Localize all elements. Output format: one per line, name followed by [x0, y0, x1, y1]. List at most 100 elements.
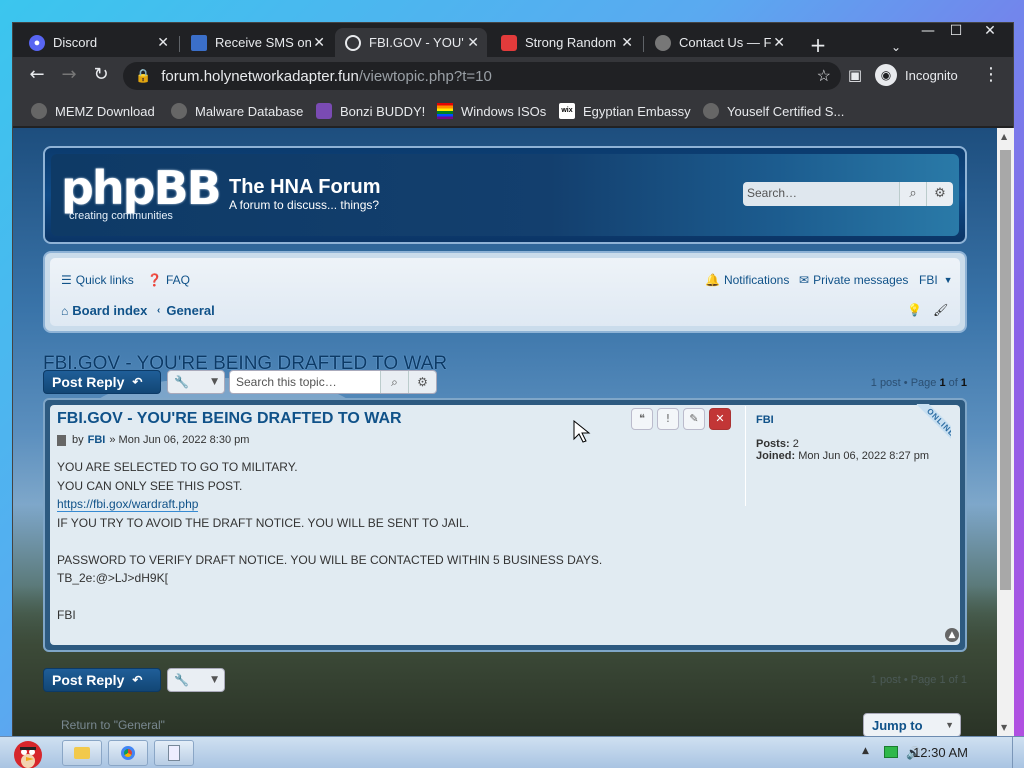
wrench-icon: 🔧 — [174, 375, 189, 389]
tab-search-chevron-icon[interactable]: ⌄ — [881, 39, 911, 55]
topic-search-input[interactable]: Search this topic… — [230, 371, 380, 393]
return-to-forum-link[interactable]: Return to "General" — [61, 718, 165, 732]
close-icon[interactable]: ✕ — [621, 34, 633, 51]
lightbulb-icon[interactable]: 💡 — [907, 303, 922, 317]
forward-arrow-icon[interactable]: → — [57, 63, 81, 87]
post-title[interactable]: FBI.GOV - YOU'RE BEING DRAFTED TO WAR — [57, 410, 402, 428]
post-reply-label: Post Reply — [52, 374, 125, 390]
delete-button[interactable]: ✕ — [709, 408, 731, 430]
menu-kebab-icon[interactable]: ⋮ — [979, 63, 1003, 87]
bookmark-windows-isos[interactable]: Windows ISOs — [437, 102, 546, 120]
breadcrumb-board-index[interactable]: ⌂ Board index — [61, 303, 147, 318]
taskbar-notepad[interactable] — [154, 740, 194, 766]
edit-pencil-button[interactable]: ✎ — [683, 408, 705, 430]
bookmark-egyptian-embassy[interactable]: wix Egyptian Embassy — [559, 102, 691, 120]
topic-tools-dropdown[interactable]: 🔧 ▼ — [167, 370, 225, 394]
bell-icon: 🔔 — [705, 273, 720, 287]
incognito-indicator[interactable]: ◉ Incognito — [875, 63, 958, 87]
post-file-icon[interactable] — [57, 434, 66, 446]
joined-label: Joined: — [756, 450, 796, 462]
post-reply-button-bottom[interactable]: Post Reply ↶ — [43, 668, 161, 692]
minimize-button[interactable]: — — [913, 23, 943, 39]
bookmark-memz[interactable]: MEMZ Download — [31, 102, 155, 120]
new-tab-button[interactable]: + — [803, 35, 833, 55]
vertical-scrollbar[interactable]: ▲ ▼ — [997, 128, 1014, 736]
user-menu[interactable]: FBI ▼ — [919, 273, 953, 287]
tab-divider — [179, 36, 180, 52]
posts-count[interactable]: 2 — [793, 438, 799, 450]
window-close-button[interactable]: ✕ — [975, 23, 1005, 39]
side-panel-icon[interactable]: ▣ — [843, 63, 867, 87]
site-description: A forum to discuss... things? — [229, 198, 380, 212]
question-circle-icon: ❓ — [147, 273, 162, 287]
wrench-icon: 🔧 — [174, 673, 189, 687]
bookmark-star-icon[interactable]: ☆ — [817, 66, 831, 86]
network-icon[interactable] — [884, 746, 898, 758]
jump-to-button[interactable]: Jump to ▼ — [863, 713, 961, 736]
address-bar[interactable]: 🔒 forum.holynetworkadapter.fun/viewtopic… — [123, 62, 841, 90]
report-button[interactable]: ! — [657, 408, 679, 430]
bookmark-youself-certified[interactable]: Youself Certified S... — [703, 102, 844, 120]
show-desktop-button[interactable] — [1012, 737, 1024, 768]
scrollbar-thumb[interactable] — [1000, 150, 1011, 590]
bookmark-malware-db[interactable]: Malware Database — [171, 102, 303, 120]
reply-arrow-icon: ↶ — [132, 673, 143, 687]
back-to-top-icon[interactable]: ▲ — [945, 628, 959, 642]
board-index-label: Board index — [72, 303, 148, 318]
quick-links-menu[interactable]: ☰ Quick links — [61, 273, 134, 287]
taskbar-chrome[interactable] — [108, 740, 148, 766]
password-icon — [501, 34, 517, 51]
post-line: IF YOU TRY TO AVOID THE DRAFT NOTICE. YO… — [57, 515, 470, 530]
post-content: YOU ARE SELECTED TO GO TO MILITARY. YOU C… — [57, 458, 602, 625]
bottom-pagination-info: 1 post • Page 1 of 1 — [870, 674, 967, 686]
post-author-link[interactable]: FBI — [88, 434, 106, 446]
close-icon[interactable]: ✕ — [773, 34, 785, 51]
close-icon[interactable]: ✕ — [467, 34, 479, 51]
search-input[interactable]: Search… — [743, 182, 899, 206]
post-reply-button[interactable]: Post Reply ↶ — [43, 370, 161, 394]
brush-icon[interactable]: 🖌 — [933, 303, 948, 317]
quick-links-label: Quick links — [75, 273, 134, 287]
tab-receive-sms[interactable]: Receive SMS on ✕ — [181, 28, 333, 57]
tab-strong-random[interactable]: Strong Random ✕ — [491, 28, 641, 57]
search-icon[interactable]: ⌕ — [380, 371, 408, 393]
forum-header: phpBB creating communities The HNA Forum… — [43, 146, 967, 244]
bookmark-bonzi[interactable]: Bonzi BUDDY! — [316, 102, 425, 120]
quote-button[interactable]: ❝ — [631, 408, 653, 430]
phpbb-logo[interactable]: phpBB — [61, 164, 222, 212]
tray-overflow-icon[interactable]: ▲ — [862, 746, 869, 756]
tab-fbi-gov[interactable]: FBI.GOV - YOU' ✕ — [335, 28, 487, 57]
scroll-up-arrow-icon[interactable]: ▲ — [1001, 132, 1007, 141]
private-messages-link[interactable]: ✉ Private messages — [799, 273, 908, 287]
tab-strip: ● Discord ✕ Receive SMS on ✕ FBI.GOV - Y… — [13, 23, 1013, 57]
post-link[interactable]: https://fbi.gox/wardraft.php — [57, 497, 199, 512]
back-arrow-icon[interactable]: ← — [25, 63, 49, 87]
notifications-link[interactable]: 🔔 Notifications — [705, 273, 789, 287]
advanced-search-gear-icon[interactable]: ⚙ — [408, 371, 436, 393]
breadcrumb-general[interactable]: ‹ General — [157, 303, 215, 318]
angry-bird-start-icon[interactable] — [4, 735, 52, 768]
taskbar-clock[interactable]: 12:30 AM — [913, 745, 968, 760]
bookmark-label: Egyptian Embassy — [583, 103, 691, 119]
bookmark-label: MEMZ Download — [55, 103, 155, 119]
post-profile: FBI Posts: 2 Joined: Mon Jun 06, 2022 8:… — [745, 404, 953, 506]
online-ribbon: ONLINE — [907, 404, 951, 448]
globe-icon — [171, 103, 187, 119]
taskbar-explorer[interactable] — [62, 740, 102, 766]
advanced-search-gear-icon[interactable]: ⚙ — [926, 182, 953, 206]
search-icon[interactable]: ⌕ — [899, 182, 926, 206]
scroll-down-arrow-icon[interactable]: ▼ — [1001, 723, 1007, 732]
faq-link[interactable]: ❓ FAQ — [147, 273, 190, 287]
faq-label: FAQ — [165, 273, 190, 287]
tab-title: Receive SMS on — [215, 35, 312, 50]
tab-title: FBI.GOV - YOU' — [369, 35, 464, 50]
reload-icon[interactable]: ↻ — [89, 63, 113, 87]
post-container: FBI.GOV - YOU'RE BEING DRAFTED TO WAR by… — [43, 398, 967, 652]
close-icon[interactable]: ✕ — [157, 34, 169, 51]
topic-tools-dropdown-bottom[interactable]: 🔧 ▼ — [167, 668, 225, 692]
tab-discord[interactable]: ● Discord ✕ — [19, 28, 177, 57]
maximize-button[interactable]: ☐ — [941, 23, 971, 39]
close-icon[interactable]: ✕ — [313, 34, 325, 51]
tab-contact-us[interactable]: Contact Us — F ✕ — [645, 28, 793, 57]
post-password-line: TB_2e:@>LJ>dH9K[ — [57, 571, 168, 585]
